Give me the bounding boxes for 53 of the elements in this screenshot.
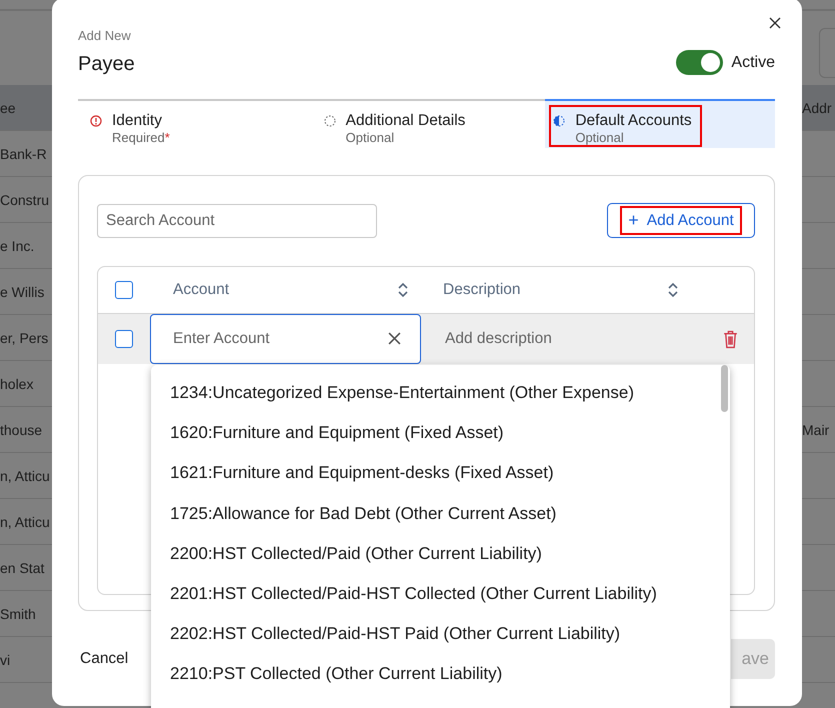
select-all-checkbox[interactable] [115, 281, 133, 299]
table-cell-text: vi [0, 652, 12, 668]
table-cell-text: e Inc. [0, 238, 36, 254]
table-cell-text: Bank-R [0, 146, 48, 162]
dropdown-option[interactable]: 2202:HST Collected/Paid-HST Paid (Other Current Liability) [151, 614, 730, 654]
step-subtitle: Optional [575, 130, 625, 145]
active-toggle[interactable] [676, 50, 724, 75]
dropdown-option[interactable]: 1620:Furniture and Equipment (Fixed Asset) [151, 413, 730, 454]
cancel-link[interactable]: Cancel [80, 650, 128, 668]
table-cell-text: en Stat [0, 560, 46, 576]
step-title: Additional Details [346, 112, 466, 130]
dialog-subtitle: Add New [78, 28, 132, 43]
description-input[interactable]: Add description [443, 329, 687, 349]
table-cell-text: e Willis [0, 284, 46, 300]
trash-icon[interactable] [723, 330, 738, 348]
step-subtitle: Optional [346, 130, 396, 145]
step-title: Default Accounts [575, 112, 692, 130]
table-cell-text: holex [0, 376, 34, 392]
account-input[interactable]: Enter Account [150, 314, 421, 364]
step-tab[interactable]: Default Accounts Optional [545, 99, 776, 148]
step-title: Identity [112, 112, 163, 130]
dropdown-option[interactable]: 2210:PST Collected (Other Current Liability) [151, 654, 730, 694]
dashed-circle-icon [324, 115, 336, 127]
sort-icon[interactable] [668, 282, 678, 298]
dropdown-option[interactable]: 1234:Uncategorized Expense-Entertainment (Other Expense) [151, 373, 730, 414]
column-header: ee [0, 100, 17, 116]
add-account-button[interactable]: + Add Account [607, 203, 755, 238]
dropdown-option[interactable]: 2200:HST Collected/Paid (Other Current Liability) [151, 534, 730, 574]
table-cell-text: n, Atticu [0, 514, 51, 530]
step-tab[interactable]: Identity Required* [78, 99, 312, 148]
toggle-label: Active [731, 54, 775, 72]
dialog-title: Payee [78, 53, 135, 76]
column-header: Description [443, 281, 521, 299]
table-cell-text: Mair [802, 422, 830, 438]
search-field[interactable]: Search Account [97, 204, 377, 238]
table-cell-text: er, Pers [0, 330, 50, 346]
row-checkbox[interactable] [115, 330, 133, 348]
alert-icon [90, 115, 102, 127]
clear-icon[interactable] [388, 332, 401, 345]
column-header: Addr [802, 100, 833, 116]
table-cell-text: Constru [0, 192, 50, 208]
table-cell-text: thouse [0, 422, 44, 438]
table-cell-text: n, Atticu [0, 468, 51, 484]
sort-icon[interactable] [398, 282, 408, 298]
half-circle-icon [553, 115, 566, 127]
dropdown-option[interactable]: 1725:Allowance for Bad Debt (Other Current Asset) [151, 494, 730, 534]
dropdown-option[interactable]: 1621:Furniture and Equipment-desks (Fixed Asset) [151, 453, 730, 494]
scrollbar[interactable] [721, 365, 728, 412]
table-cell-text: Smith [0, 606, 37, 622]
column-header: Account [173, 281, 230, 299]
dropdown-option[interactable]: 2201:HST Collected/Paid-HST Collected (Other Current Liability) [151, 574, 730, 614]
close-icon[interactable] [769, 17, 781, 29]
step-subtitle: Required* [112, 130, 170, 145]
